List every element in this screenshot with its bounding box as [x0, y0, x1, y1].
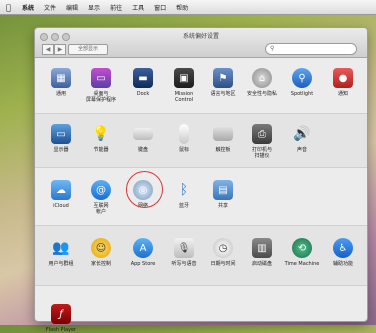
- search-input[interactable]: ⚲: [265, 43, 357, 55]
- pref-language-region[interactable]: ⚑ 语言与地区: [205, 68, 241, 97]
- pref-internet-accounts[interactable]: @ 互联网 帐户: [83, 180, 119, 215]
- pref-energy-saver[interactable]: 💡 节能器: [83, 124, 119, 153]
- pref-dock[interactable]: ▬ Dock: [125, 68, 161, 97]
- bluetooth-icon: ᛒ: [179, 182, 189, 198]
- back-button[interactable]: ◀: [42, 44, 54, 55]
- menu-tools[interactable]: 工具: [132, 3, 144, 12]
- apple-menu-icon[interactable]: : [6, 3, 16, 12]
- section-system: 👥 用户与群组 ☺ 家长控制 A App Store 🎙 听写与语音 ◷ 日期与…: [35, 226, 367, 286]
- pref-time-machine[interactable]: ⟲ Time Machine: [284, 238, 320, 267]
- pref-app-store[interactable]: A App Store: [125, 238, 161, 267]
- pref-mouse[interactable]: 鼠标: [166, 124, 202, 153]
- parental-controls-icon: ☺: [91, 238, 111, 258]
- pref-dictation-speech[interactable]: 🎙 听写与语音: [166, 238, 202, 267]
- show-all-button[interactable]: 全部显示: [68, 44, 108, 55]
- pref-users-groups[interactable]: 👥 用户与群组: [43, 238, 79, 267]
- lightbulb-icon: 💡: [92, 126, 110, 142]
- pref-general[interactable]: ▦ 通用: [43, 68, 79, 97]
- pref-sound[interactable]: 🔊 声音: [284, 124, 320, 153]
- forward-button[interactable]: ▶: [54, 44, 66, 55]
- speaker-icon: 🔊: [293, 126, 311, 142]
- pref-flash-player[interactable]: ƒ Flash Player: [43, 304, 79, 333]
- display-icon: ▭: [51, 124, 71, 144]
- menu-help[interactable]: 帮助: [176, 3, 188, 12]
- pref-accessibility[interactable]: ♿ 辅助功能: [325, 238, 361, 267]
- menu-go[interactable]: 前往: [110, 3, 122, 12]
- menu-edit[interactable]: 编辑: [66, 3, 78, 12]
- pref-parental-controls[interactable]: ☺ 家长控制: [83, 238, 119, 267]
- microphone-icon: 🎙: [174, 238, 194, 258]
- menu-bar:  系统 文件 编辑 显示 前往 工具 窗口 帮助: [0, 0, 376, 15]
- house-lock-icon: ⌂: [252, 68, 272, 88]
- section-hardware: ▭ 显示器 💡 节能器 键盘 鼠标 触控板 ⎙ 打印机与 扫描仪 🔊 声音: [35, 114, 367, 168]
- pref-bluetooth[interactable]: ᛒ 蓝牙: [166, 180, 202, 209]
- pref-mission-control[interactable]: ▣ Mission Control: [166, 68, 202, 103]
- system-preferences-window: 系统偏好设置 ◀ ▶ 全部显示 ⚲ ▦ 通用 ▭ 桌面与 屏幕保护程序 ▬ Do…: [34, 27, 368, 333]
- search-icon: ⚲: [270, 45, 275, 52]
- pref-notifications[interactable]: ● 通知: [325, 68, 361, 97]
- printer-icon: ⎙: [252, 124, 272, 144]
- pref-trackpad[interactable]: 触控板: [205, 124, 241, 153]
- pref-displays[interactable]: ▭ 显示器: [43, 124, 79, 153]
- trackpad-icon: [213, 127, 233, 141]
- pref-security-privacy[interactable]: ⌂ 安全性与隐私: [244, 68, 280, 97]
- section-other: ƒ Flash Player: [35, 286, 367, 333]
- title-bar: 系统偏好设置 ◀ ▶ 全部显示 ⚲: [35, 28, 367, 58]
- clock-icon: ◷: [213, 238, 233, 258]
- flash-player-icon: ƒ: [51, 304, 71, 324]
- sharing-folder-icon: ▤: [213, 180, 233, 200]
- time-machine-icon: ⟲: [292, 238, 312, 258]
- pref-sharing[interactable]: ▤ 共享: [205, 180, 241, 209]
- spotlight-icon: ⚲: [292, 68, 312, 88]
- nav-buttons: ◀ ▶: [42, 44, 66, 55]
- app-store-icon: A: [133, 238, 153, 258]
- mission-control-icon: ▣: [174, 68, 194, 88]
- desktop-icon: ▭: [91, 68, 111, 88]
- menu-system[interactable]: 系统: [22, 3, 34, 12]
- pref-desktop-screensaver[interactable]: ▭ 桌面与 屏幕保护程序: [83, 68, 119, 103]
- network-highlight-circle: [126, 171, 163, 208]
- general-icon: ▦: [51, 68, 71, 88]
- window-title: 系统偏好设置: [182, 33, 219, 40]
- section-personal: ▦ 通用 ▭ 桌面与 屏幕保护程序 ▬ Dock ▣ Mission Contr…: [35, 58, 367, 114]
- menu-file[interactable]: 文件: [44, 3, 56, 12]
- pref-icloud[interactable]: ☁ iCloud: [43, 180, 79, 209]
- flag-icon: ⚑: [213, 68, 233, 88]
- menu-window[interactable]: 窗口: [154, 3, 166, 12]
- mouse-icon: [179, 124, 189, 144]
- keyboard-icon: [133, 128, 153, 140]
- cloud-icon: ☁: [51, 180, 71, 200]
- section-internet: ☁ iCloud @ 互联网 帐户 ◎ 网络 ᛒ 蓝牙 ▤ 共享: [35, 168, 367, 226]
- dock-icon: ▬: [133, 68, 153, 88]
- pref-startup-disk[interactable]: ▥ 启动磁盘: [244, 238, 280, 267]
- pref-spotlight[interactable]: ⚲ Spotlight: [284, 68, 320, 97]
- disk-icon: ▥: [252, 238, 272, 258]
- at-sign-icon: @: [91, 180, 111, 200]
- accessibility-icon: ♿: [333, 238, 353, 258]
- pref-printers-scanners[interactable]: ⎙ 打印机与 扫描仪: [244, 124, 280, 159]
- pref-keyboard[interactable]: 键盘: [125, 124, 161, 153]
- pref-date-time[interactable]: ◷ 日期与时间: [205, 238, 241, 267]
- notifications-icon: ●: [333, 68, 353, 88]
- users-icon: 👥: [52, 240, 70, 256]
- menu-view[interactable]: 显示: [88, 3, 100, 12]
